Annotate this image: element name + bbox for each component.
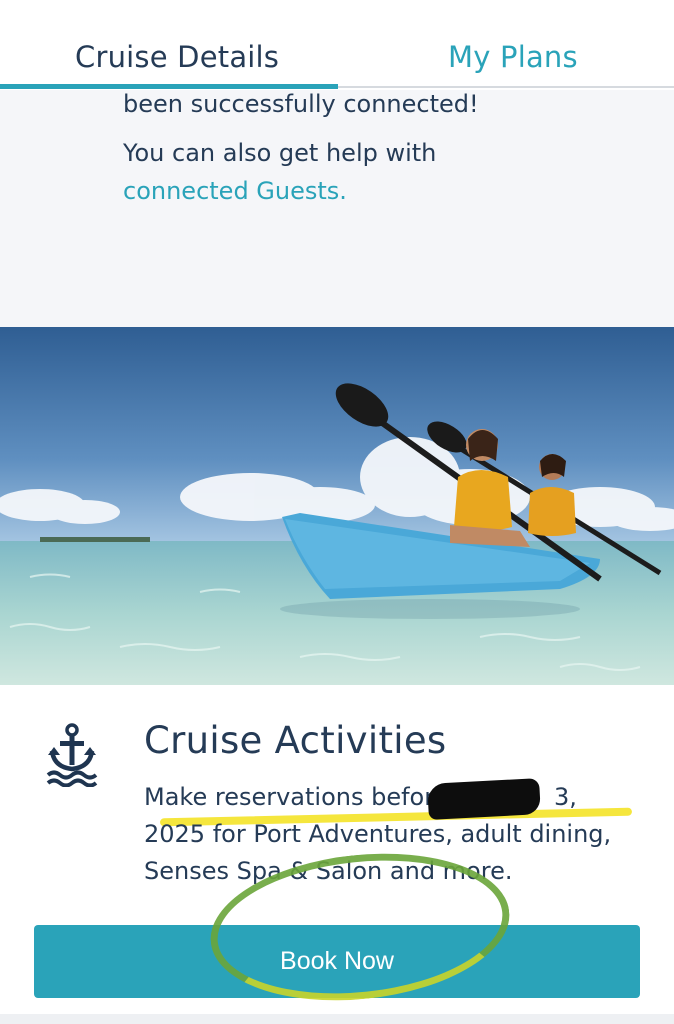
cruise-activities-description: Make reservations before 3, 2025 for Por… [144,779,644,890]
connected-guests-link[interactable]: connected Guests. [123,177,347,205]
tab-bar: Cruise Details My Plans [0,0,674,90]
cruise-activities-card: Cruise Activities Make reservations befo… [0,685,674,1024]
connected-guests-section: been successfully connected! You can als… [0,90,674,327]
redaction-scribble [427,778,541,820]
cruise-activities-title: Cruise Activities [144,719,447,762]
description-part1: Make reservations before [144,783,456,811]
connected-message-line2: You can also get help with [123,139,437,167]
bottom-strip [0,1014,674,1024]
tab-my-plans[interactable]: My Plans [448,40,578,74]
connected-message-line1: been successfully connected! [123,90,479,118]
tab-divider [338,86,674,88]
book-now-button[interactable]: Book Now [34,925,640,998]
description-part3: for Port Adventures, adult dining, Sense… [144,820,612,885]
anchor-icon [46,723,98,787]
tab-cruise-details[interactable]: Cruise Details [75,40,279,74]
active-tab-indicator [0,84,338,89]
kayak-illustration [0,327,674,685]
hero-image-kayaking [0,327,674,685]
